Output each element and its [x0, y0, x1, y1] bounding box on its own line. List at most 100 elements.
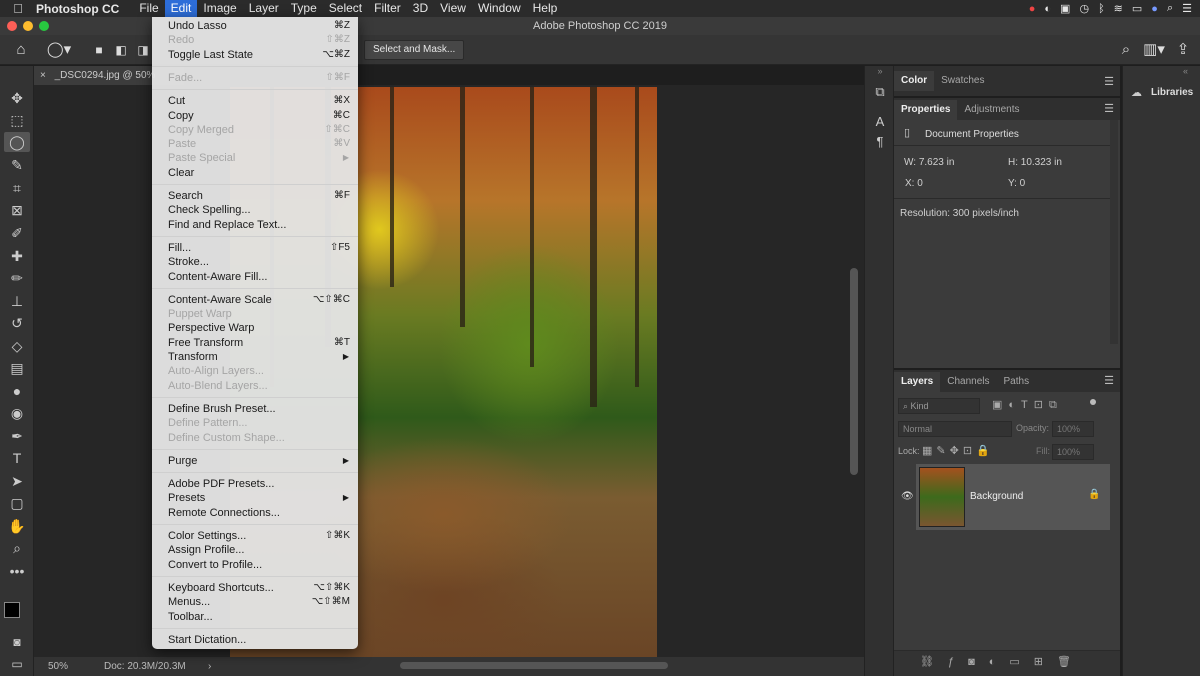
menu-item-color-settings[interactable]: Color Settings... ⇧⌘K: [152, 529, 358, 543]
menu-item-assign-profile[interactable]: Assign Profile...: [152, 543, 358, 557]
menu-item-start-dictation[interactable]: Start Dictation...: [152, 633, 358, 647]
menu-item-paste-special[interactable]: Paste Special ▶: [152, 151, 358, 165]
properties-scrollbar[interactable]: [1110, 120, 1118, 344]
width-value[interactable]: W: 7.623 in: [904, 157, 954, 168]
menu-item-fade[interactable]: Fade... ⇧⌘F: [152, 71, 358, 85]
layer-actions-bar[interactable]: ⛓ƒ◙◐▭⊞🗑: [920, 655, 1085, 668]
tab-channels[interactable]: Channels: [940, 372, 996, 392]
menu-window[interactable]: Window: [472, 0, 527, 17]
pen-tool-icon[interactable]: ✒: [4, 426, 30, 446]
hand-tool-icon[interactable]: ✋: [4, 516, 30, 536]
blur-tool-icon[interactable]: ●: [4, 381, 30, 401]
rectangle-tool-icon[interactable]: ▢: [4, 493, 30, 513]
close-tab-icon[interactable]: ×: [40, 70, 46, 81]
menu-item-adobe-pdf-presets[interactable]: Adobe PDF Presets...: [152, 477, 358, 491]
menu-item-clear[interactable]: Clear: [152, 166, 358, 180]
tab-properties[interactable]: Properties: [894, 100, 958, 120]
zoom-window-button[interactable]: [39, 21, 49, 31]
menu-3d[interactable]: 3D: [407, 0, 434, 17]
close-window-button[interactable]: [7, 21, 17, 31]
layer-filter-kind[interactable]: ⌕ Kind: [898, 398, 980, 414]
zoom-tool-icon[interactable]: ⌕: [4, 538, 30, 558]
tab-paths[interactable]: Paths: [997, 372, 1037, 392]
lasso-preset-icon[interactable]: ◯▾: [44, 41, 74, 59]
airplay-icon[interactable]: ▭: [1132, 2, 1142, 15]
horizontal-scrollbar[interactable]: [400, 662, 668, 669]
app-name[interactable]: Photoshop CC: [36, 2, 119, 16]
history-panel-icon[interactable]: ⧉: [871, 84, 889, 100]
minimize-window-button[interactable]: [23, 21, 33, 31]
character-panel-icon[interactable]: A: [871, 114, 889, 129]
menu-item-define-custom-shape[interactable]: Define Custom Shape...: [152, 431, 358, 445]
menu-item-copy[interactable]: Copy ⌘C: [152, 109, 358, 123]
menu-filter[interactable]: Filter: [368, 0, 407, 17]
quick-selection-tool-icon[interactable]: ✎: [4, 155, 30, 175]
menu-image[interactable]: Image: [197, 0, 242, 17]
fill-input[interactable]: 100%: [1052, 444, 1094, 460]
collapse-libraries-icon[interactable]: «: [1183, 66, 1188, 76]
menu-item-copy-merged[interactable]: Copy Merged ⇧⌘C: [152, 123, 358, 137]
apple-icon[interactable]: : [0, 1, 36, 16]
lock-icons[interactable]: ▦✎✥⊡🔒: [922, 444, 994, 457]
menu-item-content-aware-scale[interactable]: Content-Aware Scale ⌥⇧⌘C: [152, 293, 358, 307]
history-brush-tool-icon[interactable]: ↺: [4, 313, 30, 333]
menu-item-define-pattern[interactable]: Define Pattern...: [152, 416, 358, 430]
marquee-tool-icon[interactable]: ⬚: [4, 110, 30, 130]
sync-icon[interactable]: ◐: [1044, 3, 1051, 15]
lasso-tool-icon[interactable]: ◯: [4, 132, 30, 152]
screen-mode-icon[interactable]: ▭: [4, 654, 30, 674]
panel-menu-icon[interactable]: ☰: [1104, 102, 1114, 115]
menu-item-undo-lasso[interactable]: Undo Lasso ⌘Z: [152, 19, 358, 33]
more-tools-icon[interactable]: •••: [4, 561, 30, 581]
tab-adjustments[interactable]: Adjustments: [957, 100, 1026, 120]
select-and-mask-button[interactable]: Select and Mask...: [364, 40, 465, 60]
libraries-icon[interactable]: ☁: [1131, 86, 1142, 99]
menu-view[interactable]: View: [434, 0, 472, 17]
type-tool-icon[interactable]: T: [4, 448, 30, 468]
menu-item-redo[interactable]: Redo ⇧⌘Z: [152, 33, 358, 47]
visibility-eye-icon[interactable]: 👁: [901, 491, 914, 502]
menu-layer[interactable]: Layer: [243, 0, 285, 17]
zoom-level[interactable]: 50%: [48, 657, 68, 676]
new-selection-icon[interactable]: ■: [92, 41, 106, 59]
camera-icon[interactable]: ▣: [1060, 2, 1070, 15]
menu-item-purge[interactable]: Purge ▶: [152, 454, 358, 468]
gradient-tool-icon[interactable]: ▤: [4, 358, 30, 378]
user-icon[interactable]: ●: [1151, 3, 1158, 15]
x-value[interactable]: X: 0: [905, 178, 923, 189]
healing-brush-tool-icon[interactable]: ✚: [4, 246, 30, 266]
brush-tool-icon[interactable]: ✏: [4, 268, 30, 288]
share-icon[interactable]: ⇪: [1174, 41, 1192, 59]
menu-item-cut[interactable]: Cut ⌘X: [152, 94, 358, 108]
menu-item-check-spelling[interactable]: Check Spelling...: [152, 203, 358, 217]
menu-item-convert-to-profile[interactable]: Convert to Profile...: [152, 558, 358, 572]
bluetooth-icon[interactable]: ᛒ: [1098, 3, 1105, 15]
menu-item-transform[interactable]: Transform ▶: [152, 350, 358, 364]
menu-list-icon[interactable]: ☰: [1182, 2, 1192, 15]
layer-lock-icon[interactable]: 🔒: [1088, 489, 1100, 500]
menu-item-auto-align-layers[interactable]: Auto-Align Layers...: [152, 364, 358, 378]
crop-tool-icon[interactable]: ⌗: [4, 178, 30, 198]
add-selection-icon[interactable]: ◧: [114, 41, 128, 59]
creative-cloud-icon[interactable]: ●: [1029, 3, 1036, 15]
vertical-scrollbar[interactable]: [850, 268, 858, 475]
height-value[interactable]: H: 10.323 in: [1008, 157, 1062, 168]
menu-type[interactable]: Type: [285, 0, 323, 17]
eyedropper-tool-icon[interactable]: ✐: [4, 223, 30, 243]
menu-help[interactable]: Help: [527, 0, 564, 17]
foreground-color-swatch[interactable]: [4, 602, 20, 618]
tab-color[interactable]: Color: [894, 71, 935, 91]
paragraph-panel-icon[interactable]: ¶: [871, 134, 889, 149]
blend-mode-select[interactable]: Normal: [898, 421, 1012, 437]
menu-item-presets[interactable]: Presets ▶: [152, 491, 358, 505]
menu-item-define-brush-preset[interactable]: Define Brush Preset...: [152, 402, 358, 416]
layer-name[interactable]: Background: [970, 491, 1023, 502]
path-selection-tool-icon[interactable]: ➤: [4, 471, 30, 491]
menu-item-toolbar[interactable]: Toolbar...: [152, 610, 358, 624]
clone-stamp-tool-icon[interactable]: ⊥: [4, 291, 30, 311]
menu-item-perspective-warp[interactable]: Perspective Warp: [152, 321, 358, 335]
menu-item-free-transform[interactable]: Free Transform ⌘T: [152, 336, 358, 350]
layer-row-background[interactable]: Background 🔒: [916, 464, 1110, 530]
clock-icon[interactable]: ◷: [1079, 2, 1089, 15]
menu-edit[interactable]: Edit: [164, 0, 198, 17]
